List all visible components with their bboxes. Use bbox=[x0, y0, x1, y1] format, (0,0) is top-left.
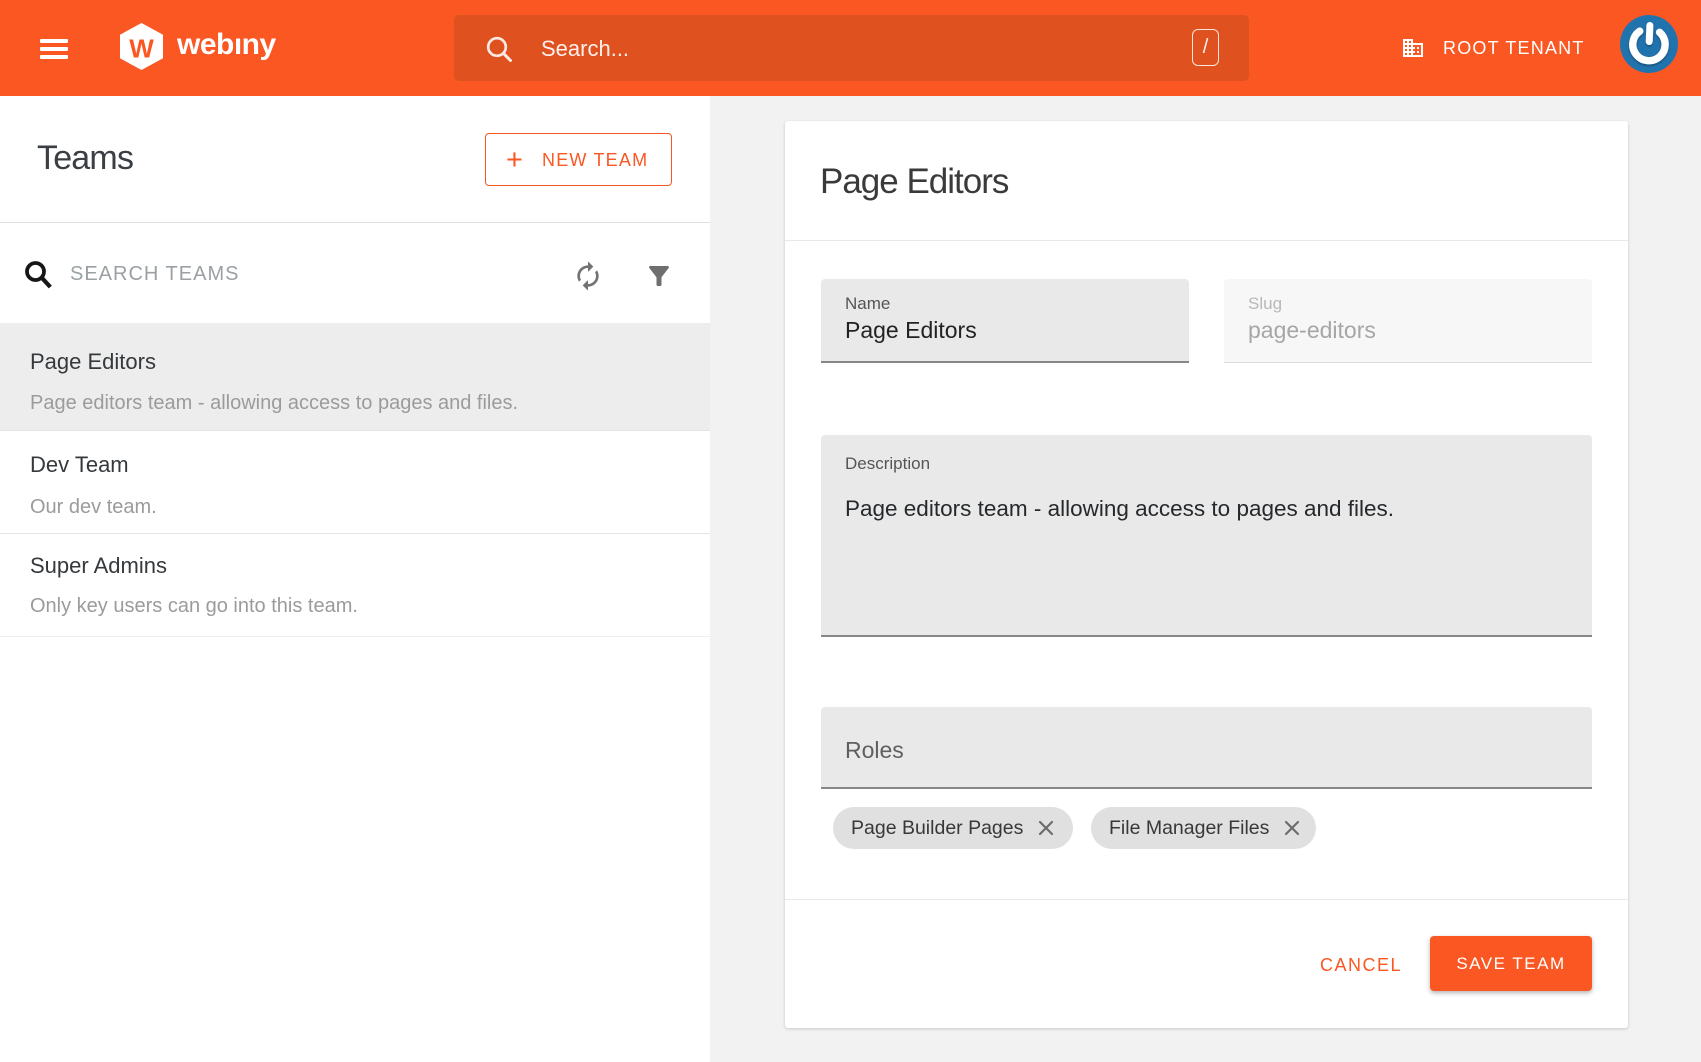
svg-text:W: W bbox=[129, 34, 154, 64]
